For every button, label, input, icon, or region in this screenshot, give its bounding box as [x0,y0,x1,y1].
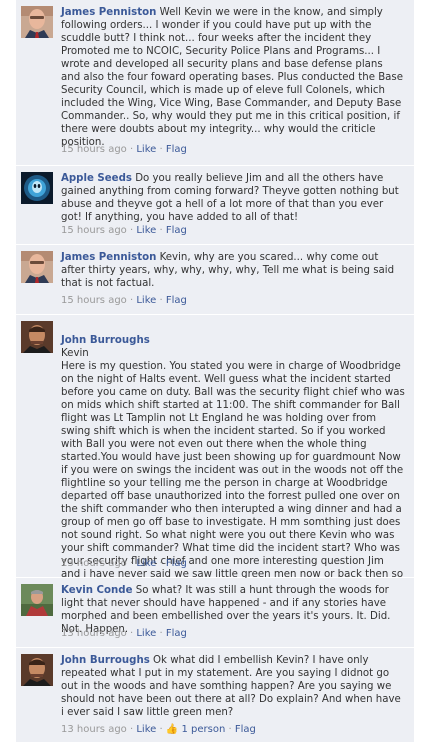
comment-meta: 13 hours ago · Like · 👍 1 person · Flag [61,724,256,736]
likes-count-link[interactable]: 1 person [182,724,226,735]
separator-dot: · [159,295,163,306]
comment-meta: 13 hours ago · Like · Flag [61,558,187,570]
author-name[interactable]: Kevin Conde [61,585,133,596]
like-link[interactable]: Like [136,295,156,306]
flag-link[interactable]: Flag [166,628,187,639]
avatar[interactable] [21,654,53,686]
separator-dot: · [129,724,134,735]
timestamp[interactable]: 13 hours ago [61,558,127,569]
separator-dot: · [159,225,163,236]
comment-item: Apple Seeds Do you really believe Jim an… [16,166,414,245]
separator-dot: · [129,295,134,306]
timestamp[interactable]: 13 hours ago [61,628,127,639]
person-photo-icon [21,584,53,616]
author-name[interactable]: James Penniston [61,7,156,18]
flag-link[interactable]: Flag [235,724,256,735]
separator-dot: · [159,724,163,735]
comment-body: James Penniston Kevin, why are you scare… [61,251,405,290]
comment-body: Apple Seeds Do you really believe Jim an… [61,172,405,224]
right-margin [414,0,428,749]
person-photo-icon [21,321,53,353]
timestamp[interactable]: 13 hours ago [61,724,127,735]
separator-dot: · [129,225,134,236]
like-link[interactable]: Like [136,724,156,735]
separator-dot: · [129,144,134,155]
avatar[interactable] [21,6,53,38]
author-name[interactable]: Apple Seeds [61,173,132,184]
separator-dot: · [228,724,232,735]
comment-body: John Burroughs Kevin Here is my question… [61,321,405,594]
comment-body: John Burroughs Ok what did I embellish K… [61,654,405,719]
flag-link[interactable]: Flag [166,558,187,569]
comment-meta: 13 hours ago · Like · Flag [61,628,187,640]
comment-item: John Burroughs Kevin Here is my question… [16,315,414,593]
comment-item: Kevin Conde So what? It was still a hunt… [16,578,414,648]
comment-meta: 15 hours ago · Like · Flag [61,144,187,156]
timestamp[interactable]: 15 hours ago [61,295,127,306]
separator-dot: · [129,628,134,639]
comment-item: James Penniston Kevin, why are you scare… [16,245,414,315]
like-link[interactable]: Like [136,225,156,236]
avatar[interactable] [21,321,53,353]
avatar[interactable] [21,251,53,283]
separator-dot: · [159,558,163,569]
separator-dot: · [159,144,163,155]
like-link[interactable]: Like [136,628,156,639]
person-photo-icon [21,654,53,686]
comment-text: Well Kevin we were in the know, and simp… [61,7,404,148]
flag-link[interactable]: Flag [166,144,187,155]
comment-meta: 15 hours ago · Like · Flag [61,295,187,307]
thumbs-up-icon: 👍 [165,724,179,735]
timestamp[interactable]: 15 hours ago [61,225,127,236]
author-name[interactable]: John Burroughs [61,335,150,346]
avatar[interactable] [21,172,53,204]
like-link[interactable]: Like [136,558,156,569]
separator-dot: · [129,558,134,569]
like-link[interactable]: Like [136,144,156,155]
comment-text: Kevin Here is my question. You stated yo… [61,348,405,593]
comment-item: John Burroughs Ok what did I embellish K… [16,648,414,743]
flag-link[interactable]: Flag [166,295,187,306]
author-name[interactable]: James Penniston [61,252,156,263]
author-name[interactable]: John Burroughs [61,655,150,666]
alien-glow-icon [21,172,53,204]
person-photo-icon [21,6,53,38]
comment-body: James Penniston Well Kevin we were in th… [61,6,405,149]
comment-meta: 15 hours ago · Like · Flag [61,225,187,237]
timestamp[interactable]: 15 hours ago [61,144,127,155]
avatar[interactable] [21,584,53,616]
comment-item: James Penniston Well Kevin we were in th… [16,0,414,166]
flag-link[interactable]: Flag [166,225,187,236]
person-photo-icon [21,251,53,283]
separator-dot: · [159,628,163,639]
